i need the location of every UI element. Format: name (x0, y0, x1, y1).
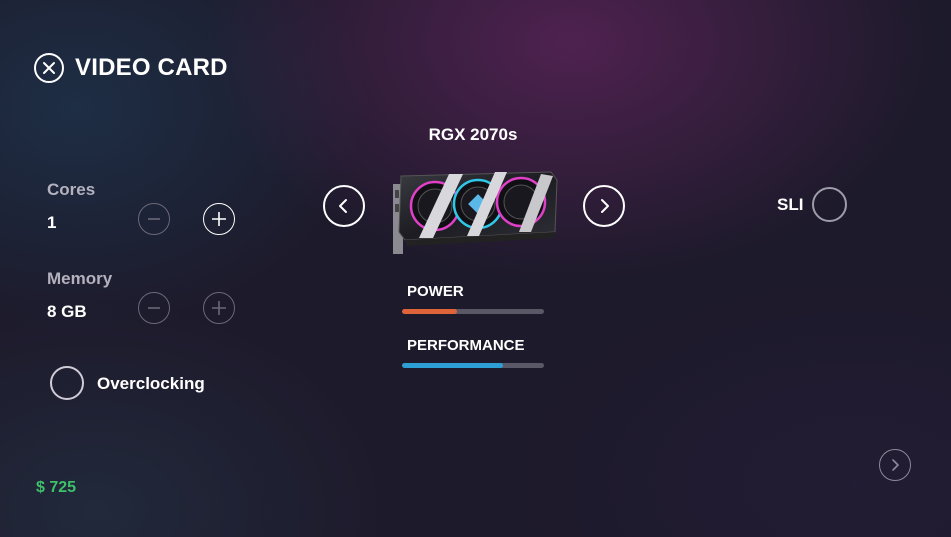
plus-icon (212, 301, 226, 315)
continue-button[interactable] (879, 449, 911, 481)
power-bar-fill (402, 309, 458, 314)
memory-increase-button[interactable] (203, 292, 235, 324)
sli-toggle[interactable] (812, 187, 847, 222)
cores-increase-button[interactable] (203, 203, 235, 235)
chevron-right-icon (601, 199, 609, 213)
close-button[interactable] (34, 53, 64, 83)
minus-icon (148, 307, 160, 309)
memory-label: Memory (47, 269, 113, 288)
page-title: VIDEO CARD (75, 54, 228, 81)
performance-bar (402, 363, 544, 368)
power-bar (402, 309, 544, 314)
chevron-right-icon (892, 459, 899, 471)
minus-icon (148, 218, 160, 220)
memory-decrease-button[interactable] (138, 292, 170, 324)
cores-decrease-button[interactable] (138, 203, 170, 235)
video-card-image (393, 171, 558, 254)
memory-value: 8 GB (47, 302, 87, 321)
sli-label: SLI (777, 195, 804, 214)
performance-bar-fill (402, 363, 503, 368)
cores-value: 1 (47, 213, 57, 232)
overclocking-label: Overclocking (97, 374, 205, 393)
plus-icon (212, 212, 226, 226)
next-card-button[interactable] (583, 185, 625, 227)
previous-card-button[interactable] (323, 185, 365, 227)
performance-label: PERFORMANCE (407, 337, 525, 354)
cores-label: Cores (47, 180, 96, 199)
price-label: $ 725 (36, 479, 77, 496)
close-icon (43, 62, 55, 74)
overclocking-toggle[interactable] (50, 366, 84, 400)
chevron-left-icon (339, 199, 347, 213)
card-model-name: RGX 2070s (428, 125, 518, 144)
power-label: POWER (407, 283, 464, 300)
